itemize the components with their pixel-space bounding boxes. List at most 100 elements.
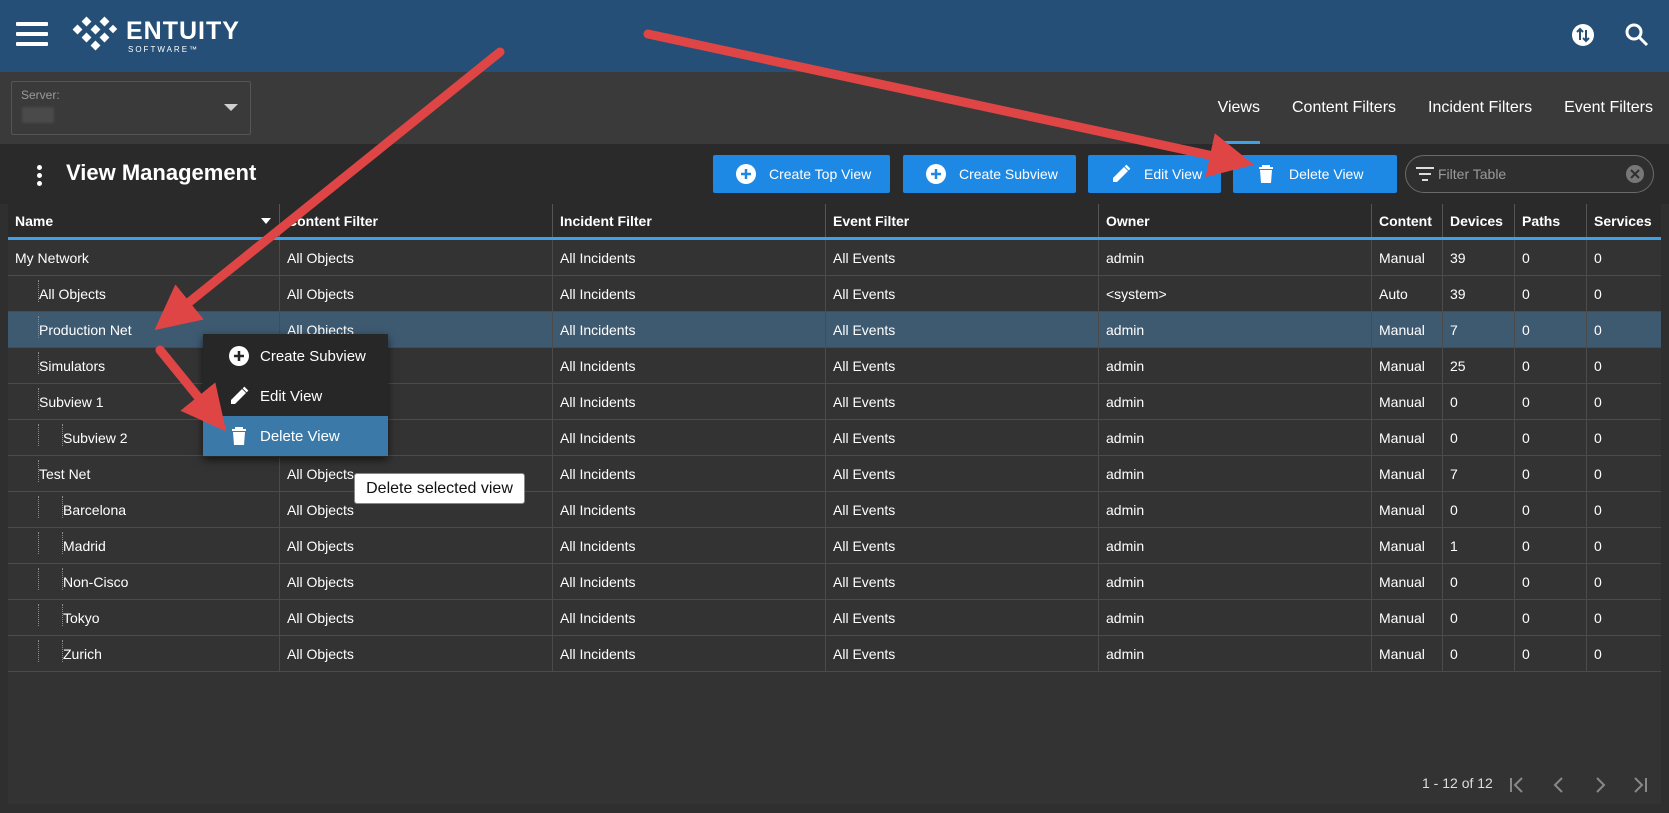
- table-row[interactable]: Barcelona All Objects All Incidents All Eve…: [8, 492, 1661, 528]
- cell-text: Manual: [1379, 249, 1425, 266]
- tab-content-filters[interactable]: Content Filters: [1276, 72, 1412, 144]
- button-label: Delete View: [1289, 166, 1364, 182]
- table-row[interactable]: Test Net All Objects All Incidents All Even…: [8, 456, 1661, 492]
- cell-text: All Events: [833, 537, 896, 554]
- cell-event-filter: All Events: [826, 420, 1099, 455]
- cell-event-filter: All Events: [826, 240, 1099, 275]
- cell-owner: admin: [1099, 492, 1372, 527]
- trash-icon: [1259, 165, 1273, 183]
- column-header-event-filter[interactable]: Event Filter: [826, 204, 1099, 237]
- column-label: Owner: [1106, 212, 1150, 229]
- cell-services: 0: [1587, 312, 1661, 347]
- cell-incident-filter: All Incidents: [553, 276, 826, 311]
- table-row[interactable]: Zurich All Objects All Incidents All Events…: [8, 636, 1661, 672]
- next-page-icon[interactable]: [1588, 774, 1612, 796]
- cell-content-filter: All Objects: [280, 564, 553, 599]
- cell-text: Test Net: [39, 465, 91, 482]
- more-options-icon[interactable]: [34, 165, 44, 187]
- search-icon[interactable]: [1624, 22, 1650, 48]
- clear-icon[interactable]: [1625, 164, 1645, 184]
- tab-event-filters[interactable]: Event Filters: [1548, 72, 1669, 144]
- menu-item-create-subview[interactable]: Create Subview: [203, 336, 388, 376]
- cell-text: 7: [1450, 321, 1458, 338]
- cell-text: 0: [1522, 501, 1530, 518]
- table-row[interactable]: All Objects All Objects All Incidents All E…: [8, 276, 1661, 312]
- table-row[interactable]: Tokyo All Objects All Incidents All Events a…: [8, 600, 1661, 636]
- top-app-bar: ENTUITY SOFTWARE™: [0, 0, 1669, 72]
- cell-text: All Incidents: [560, 609, 636, 626]
- cell-text: admin: [1106, 357, 1145, 374]
- cell-text: 0: [1594, 501, 1602, 518]
- brand-name: ENTUITY: [126, 16, 240, 45]
- menu-item-delete-view[interactable]: Delete View: [203, 416, 388, 456]
- tooltip: Delete selected view: [354, 473, 525, 504]
- cell-name: All Objects: [8, 276, 280, 311]
- create-top-view-button[interactable]: Create Top View: [713, 155, 890, 193]
- tab-incident-filters[interactable]: Incident Filters: [1412, 72, 1548, 144]
- cell-text: 0: [1450, 609, 1458, 626]
- server-select[interactable]: Server:: [11, 81, 251, 135]
- cell-content: Manual: [1372, 564, 1443, 599]
- filter-input[interactable]: [1438, 164, 1618, 184]
- column-label: Content Filter: [287, 212, 378, 229]
- cell-owner: admin: [1099, 600, 1372, 635]
- tree-guide-line: [38, 352, 39, 374]
- swap-icon[interactable]: [1570, 22, 1596, 48]
- cell-text: admin: [1106, 609, 1145, 626]
- cell-services: 0: [1587, 420, 1661, 455]
- menu-icon[interactable]: [16, 20, 50, 48]
- column-header-paths[interactable]: Paths: [1515, 204, 1587, 237]
- cell-content-filter: All Objects: [280, 528, 553, 563]
- cell-text: All Incidents: [560, 429, 636, 446]
- cell-text: Auto: [1379, 285, 1408, 302]
- cell-paths: 0: [1515, 456, 1587, 491]
- table-row[interactable]: My Network All Objects All Incidents All Ev…: [8, 240, 1661, 276]
- cell-text: All Incidents: [560, 537, 636, 554]
- entuity-logo: ENTUITY SOFTWARE™: [72, 16, 240, 56]
- table-row[interactable]: Non-Cisco All Objects All Incidents All Eve…: [8, 564, 1661, 600]
- cell-text: admin: [1106, 501, 1145, 518]
- cell-text: All Events: [833, 285, 896, 302]
- column-header-owner[interactable]: Owner: [1099, 204, 1372, 237]
- pencil-icon: [231, 386, 249, 404]
- cell-content: Manual: [1372, 348, 1443, 383]
- cell-text: 0: [1522, 537, 1530, 554]
- cell-text: All Events: [833, 645, 896, 662]
- cell-paths: 0: [1515, 492, 1587, 527]
- cell-devices: 39: [1443, 240, 1515, 275]
- row-context-menu: Create Subview Edit View Delete View: [203, 334, 388, 457]
- create-subview-button[interactable]: Create Subview: [903, 155, 1076, 193]
- first-page-icon[interactable]: [1505, 774, 1529, 796]
- cell-content-filter: All Objects: [280, 636, 553, 671]
- cell-text: Manual: [1379, 645, 1425, 662]
- delete-view-button[interactable]: Delete View: [1233, 155, 1397, 193]
- last-page-icon[interactable]: [1628, 774, 1652, 796]
- tab-views[interactable]: Views: [1202, 72, 1276, 144]
- previous-page-icon[interactable]: [1547, 774, 1571, 796]
- column-header-content-filter[interactable]: Content Filter: [280, 204, 553, 237]
- column-header-services[interactable]: Services: [1587, 204, 1661, 237]
- menu-item-edit-view[interactable]: Edit View: [203, 376, 388, 416]
- column-header-devices[interactable]: Devices: [1443, 204, 1515, 237]
- tree-guide-line: [38, 640, 39, 662]
- cell-event-filter: All Events: [826, 348, 1099, 383]
- cell-services: 0: [1587, 564, 1661, 599]
- cell-text: All Objects: [287, 249, 354, 266]
- cell-content-filter: All Objects: [280, 276, 553, 311]
- column-header-name[interactable]: Name: [8, 204, 280, 237]
- column-header-incident-filter[interactable]: Incident Filter: [553, 204, 826, 237]
- cell-text: admin: [1106, 645, 1145, 662]
- cell-text: 39: [1450, 285, 1466, 302]
- table-row[interactable]: Madrid All Objects All Incidents All Events…: [8, 528, 1661, 564]
- tab-label: Views: [1217, 99, 1260, 116]
- cell-text: All Objects: [287, 645, 354, 662]
- add-circle-icon: [736, 164, 756, 184]
- button-label: Create Top View: [769, 166, 872, 182]
- edit-view-button[interactable]: Edit View: [1088, 155, 1221, 193]
- cell-name: Non-Cisco: [8, 564, 280, 599]
- cell-text: 7: [1450, 465, 1458, 482]
- cell-event-filter: All Events: [826, 528, 1099, 563]
- cell-text: All Incidents: [560, 357, 636, 374]
- filter-table-field[interactable]: [1405, 155, 1654, 193]
- column-header-content[interactable]: Content: [1372, 204, 1443, 237]
